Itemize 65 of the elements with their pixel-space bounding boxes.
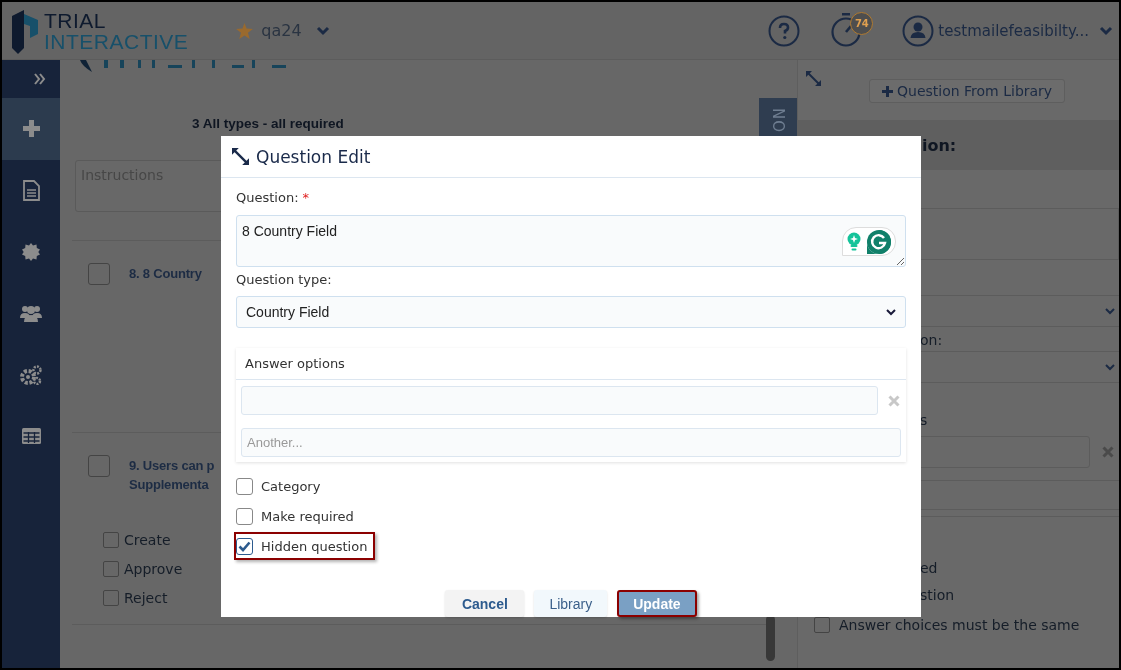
new-answer-field[interactable]: Another... xyxy=(241,428,901,457)
required-mark: * xyxy=(302,190,310,207)
option-label: Approve xyxy=(124,561,183,577)
sidebar-item[interactable] xyxy=(2,98,60,160)
checkbox[interactable] xyxy=(103,590,119,606)
logo-text: INTERACTIVE xyxy=(44,30,189,52)
chevron-down-icon[interactable] xyxy=(315,25,330,36)
checkbox[interactable] xyxy=(103,532,119,548)
field-label: s xyxy=(919,411,929,430)
checkbox[interactable] xyxy=(236,507,253,525)
checkmark-icon xyxy=(238,540,251,552)
survey-title: 3 All types - all required xyxy=(192,116,344,133)
checkbox-label: Answer choices must be the same xyxy=(839,617,1080,633)
chevron-down-icon xyxy=(1105,307,1115,315)
lightbulb-icon xyxy=(847,232,861,251)
star-icon[interactable] xyxy=(236,22,254,39)
checkbox[interactable] xyxy=(88,263,110,285)
scrollbar[interactable] xyxy=(766,615,775,661)
double-chevron-icon xyxy=(34,73,46,85)
user-icon[interactable] xyxy=(902,14,935,47)
checkbox-label: Hidden question xyxy=(261,538,368,554)
plus-icon xyxy=(22,120,40,138)
checkbox[interactable] xyxy=(88,455,110,477)
ring-icon xyxy=(867,229,891,254)
checkbox-label: stion xyxy=(919,586,956,605)
user-name[interactable]: testmailefeasibilty... xyxy=(938,21,1089,40)
field-label: Question type: xyxy=(236,272,333,289)
plus-icon xyxy=(882,85,893,97)
checkbox-label: ed xyxy=(919,559,939,578)
logo-text: TRIAL xyxy=(44,9,107,31)
chevron-down-icon xyxy=(886,308,896,316)
field-label: Question: xyxy=(236,190,299,207)
question-field[interactable]: 8 Country Field xyxy=(236,215,906,267)
assistant-widget[interactable] xyxy=(842,227,896,256)
question-type-select[interactable]: Country Field xyxy=(236,296,906,328)
table-icon xyxy=(21,428,41,445)
seal-icon xyxy=(22,242,40,261)
help-icon[interactable] xyxy=(768,14,801,47)
checkbox[interactable] xyxy=(103,561,119,577)
option-label: Reject xyxy=(124,590,168,606)
checkbox-label: Make required xyxy=(261,508,354,524)
question-from-library-button[interactable]: Question From Library xyxy=(869,79,1066,103)
question-title: 9. Users can p Supplementa xyxy=(129,457,215,494)
resize-grip-icon[interactable] xyxy=(896,257,904,265)
document-icon xyxy=(22,179,40,201)
panel-title: Answer options xyxy=(245,356,345,371)
checkbox[interactable] xyxy=(236,477,253,495)
count-badge: 74 xyxy=(850,11,874,35)
section-title: ion: xyxy=(922,135,957,155)
project-name[interactable]: qa24 xyxy=(261,21,302,40)
chevron-down-icon[interactable] xyxy=(1099,25,1113,36)
dialog-title: Question Edit xyxy=(256,146,371,167)
checkbox-label: Category xyxy=(261,478,321,494)
option-label: Create xyxy=(124,532,171,548)
question-title: 8. 8 Country xyxy=(129,265,202,283)
users-icon xyxy=(20,304,42,323)
cogs-icon xyxy=(20,364,42,385)
chevron-down-icon xyxy=(1105,363,1115,371)
library-button[interactable]: Library xyxy=(534,590,608,617)
expand-icon[interactable] xyxy=(232,148,249,165)
update-button[interactable]: Update xyxy=(617,590,697,617)
cancel-button[interactable]: Cancel xyxy=(445,590,525,617)
field-label: on: xyxy=(919,331,944,350)
checkbox[interactable] xyxy=(236,537,253,555)
logo-icon xyxy=(10,7,40,54)
